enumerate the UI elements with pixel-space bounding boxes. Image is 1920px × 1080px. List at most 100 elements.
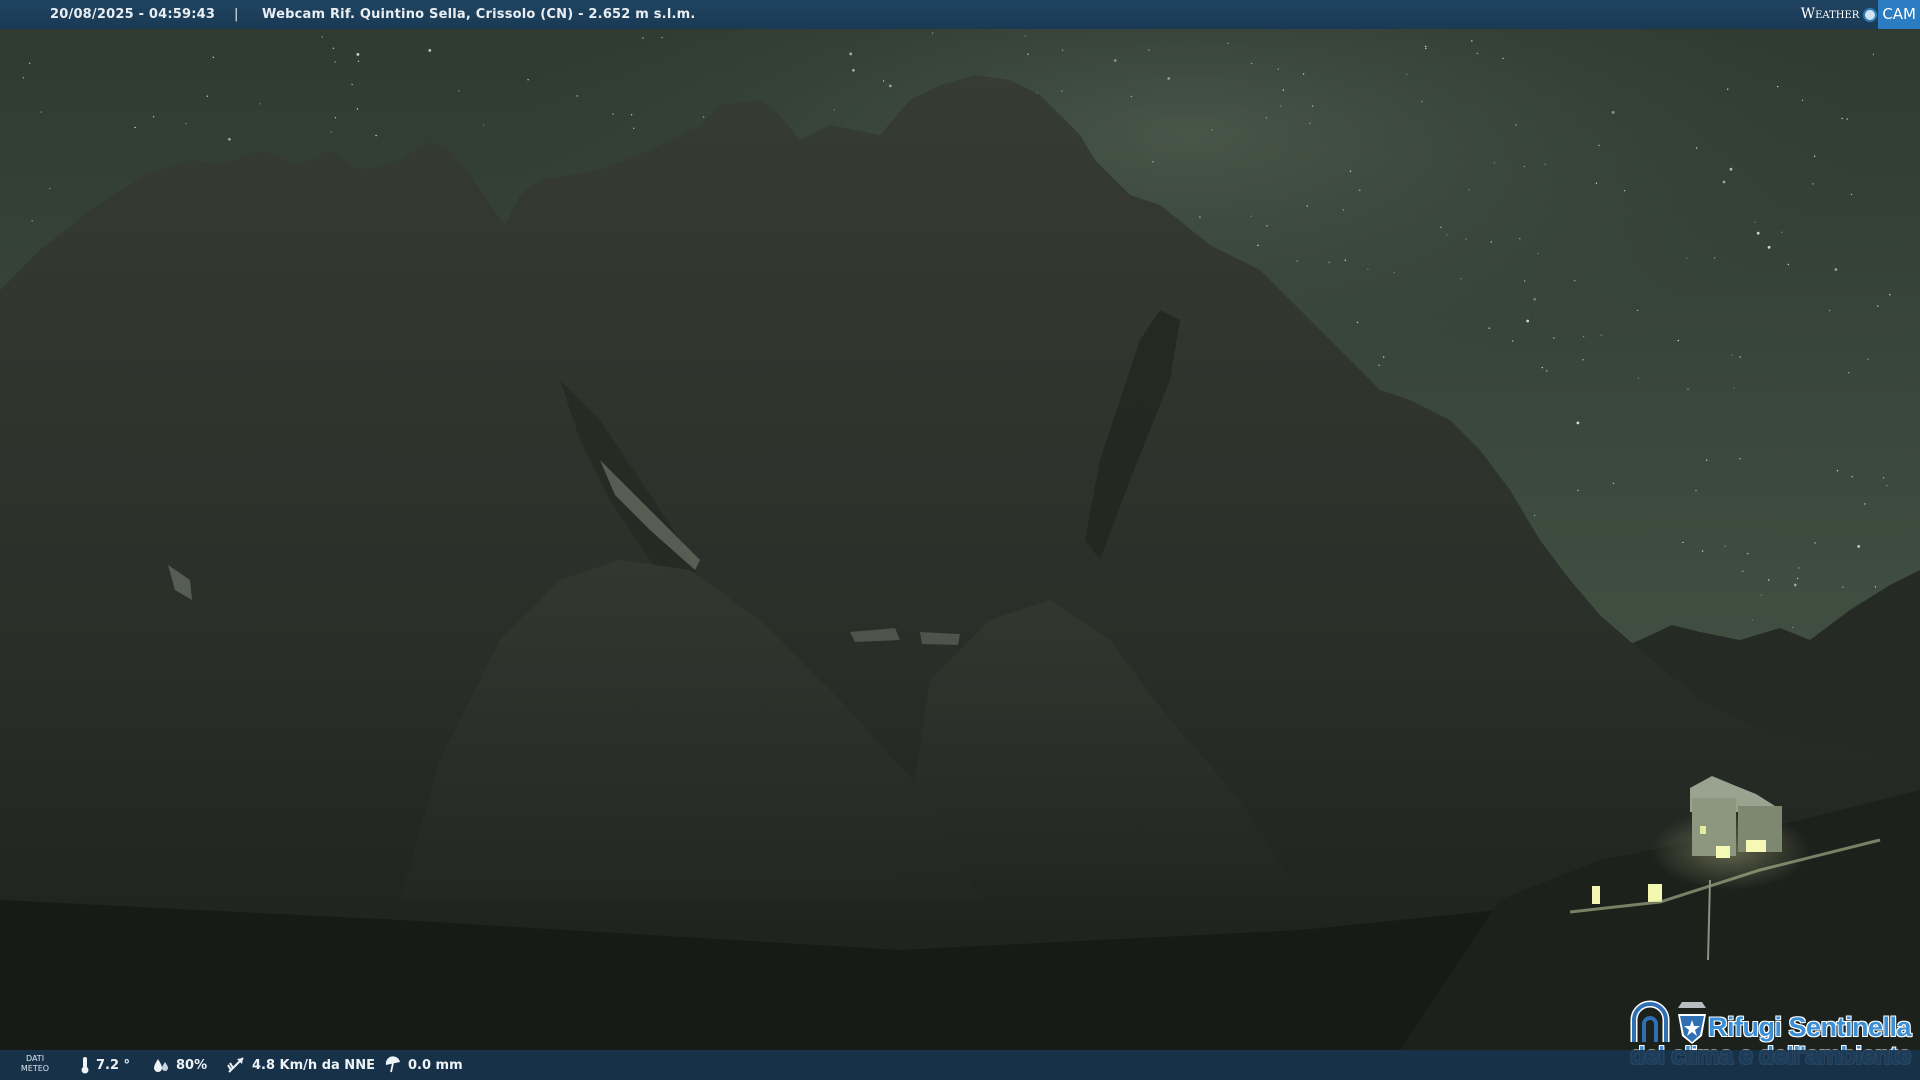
rain-value: 0.0 mm (408, 1057, 463, 1073)
star (1637, 377, 1640, 379)
star (1359, 189, 1361, 191)
star (1280, 105, 1282, 107)
star (1490, 241, 1493, 243)
star (1612, 482, 1615, 484)
logo-line-1: Rifugi Sentinella (1708, 1012, 1912, 1042)
star (1277, 68, 1280, 70)
star (1199, 216, 1201, 218)
star (1302, 73, 1305, 75)
window-light (1746, 840, 1766, 852)
star (1553, 337, 1555, 339)
star (1502, 57, 1504, 60)
star (1152, 161, 1154, 163)
star (1747, 552, 1749, 555)
star (1636, 309, 1639, 312)
star (1836, 470, 1839, 472)
star (1848, 372, 1850, 374)
star (661, 36, 663, 39)
star (1471, 40, 1473, 42)
star (1523, 165, 1526, 168)
star (357, 60, 360, 62)
temperature-value: 7.2 ° (96, 1057, 131, 1073)
star (1250, 215, 1252, 217)
star (1695, 147, 1698, 149)
star (527, 79, 529, 81)
star (1526, 319, 1530, 323)
globe-icon (1863, 7, 1878, 22)
star (1623, 190, 1626, 192)
star (1576, 421, 1580, 425)
star (931, 32, 934, 34)
star (1733, 387, 1736, 389)
star (1311, 105, 1314, 107)
star (1793, 583, 1797, 587)
star (1367, 268, 1369, 270)
umbrella-icon (385, 1056, 400, 1073)
star (1889, 294, 1891, 296)
star (1257, 244, 1259, 247)
star (206, 95, 208, 97)
star (1148, 49, 1150, 51)
star (1724, 545, 1726, 547)
star (1468, 189, 1470, 191)
weathercam-logo: Weather CAM (1801, 0, 1920, 29)
star (1834, 268, 1838, 271)
star (1739, 458, 1741, 460)
star (228, 137, 231, 141)
star (1582, 359, 1584, 361)
star (702, 116, 705, 118)
star (1754, 221, 1756, 223)
star (1383, 356, 1385, 358)
star (1061, 90, 1063, 92)
star (1857, 545, 1861, 548)
top-info-bar: 20/08/2025 - 04:59:43 | Webcam Rif. Quin… (0, 0, 1920, 29)
star (1714, 257, 1716, 259)
star (1446, 234, 1448, 236)
star (633, 127, 635, 129)
wind-value: 4.8 Km/h da NNE (252, 1057, 375, 1073)
star (1756, 231, 1760, 235)
star (1882, 477, 1885, 479)
star (31, 220, 33, 222)
star (482, 124, 485, 126)
star (1113, 59, 1117, 62)
star (1828, 309, 1831, 312)
star (1796, 577, 1799, 580)
star (1582, 336, 1585, 338)
title-separator: | (234, 7, 239, 22)
star (40, 111, 42, 113)
timestamp: 20/08/2025 - 04:59:43 (50, 7, 216, 22)
humidity-reading: 80% (152, 1050, 207, 1080)
star (1440, 226, 1442, 228)
star (1814, 542, 1816, 544)
humidity-drops-icon (154, 1059, 168, 1072)
webcam-title: Webcam Rif. Quintino Sella, Crissolo (CN… (262, 7, 696, 22)
star (1356, 321, 1359, 323)
star (1541, 366, 1544, 369)
star (1768, 579, 1770, 581)
star (1574, 280, 1576, 282)
thermometer-icon (81, 1057, 89, 1074)
star (888, 84, 892, 88)
star (1872, 53, 1875, 56)
star (1476, 52, 1479, 55)
snow-patch (920, 632, 960, 645)
star (852, 68, 855, 72)
star (1250, 62, 1253, 65)
star (1781, 231, 1783, 233)
window-light (1700, 826, 1706, 834)
star (1686, 257, 1688, 260)
star (428, 49, 432, 52)
star (1846, 118, 1849, 120)
star (630, 114, 633, 116)
star (1027, 53, 1029, 55)
star (334, 117, 337, 119)
star (1328, 261, 1330, 264)
star (1344, 259, 1346, 261)
webcam-scene (0, 29, 1920, 1050)
star (1677, 339, 1680, 342)
star (1682, 541, 1684, 544)
star (259, 103, 261, 105)
star (1701, 550, 1704, 552)
star (882, 80, 885, 82)
